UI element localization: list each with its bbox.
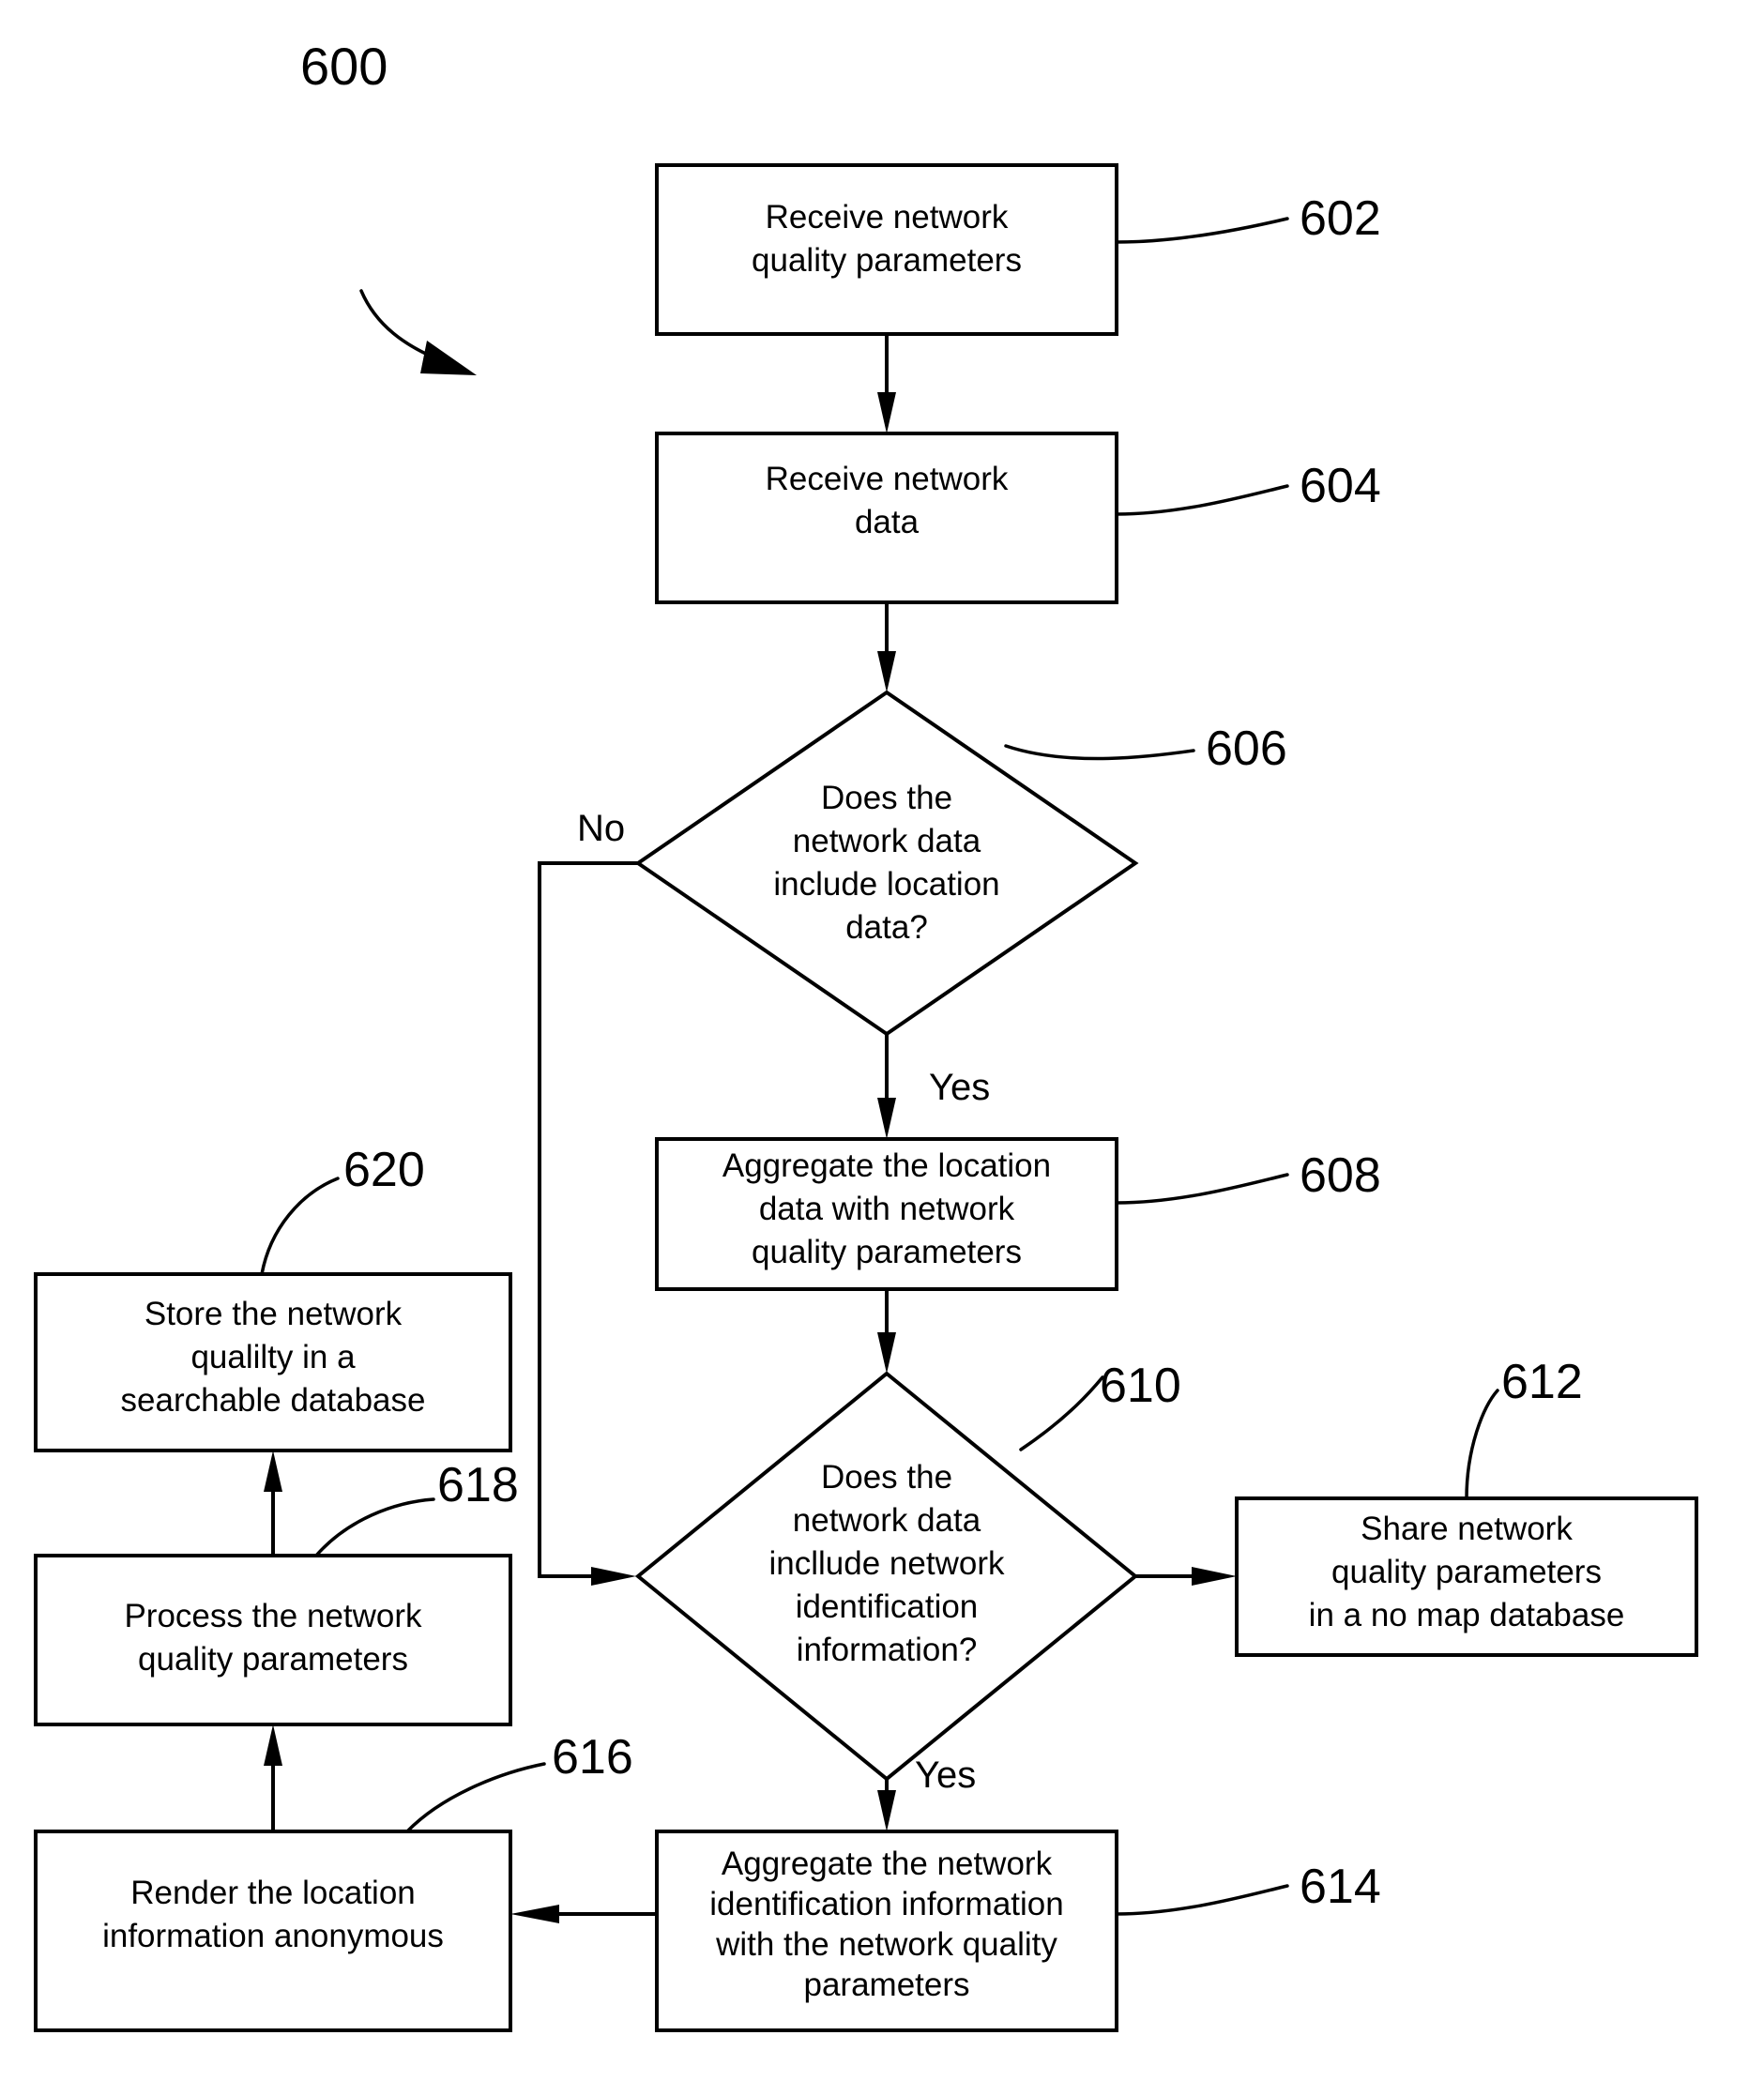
edge-610-yes-arrowhead xyxy=(877,1790,896,1831)
node-618-line-2: quality parameters xyxy=(138,1641,408,1678)
node-616-ref-number: 616 xyxy=(552,1730,633,1785)
node-620-line-3: searchable database xyxy=(121,1382,426,1419)
figure-600-leader-arrowhead xyxy=(420,341,477,375)
node-606-line-2: network data xyxy=(793,823,981,859)
node-620-ref-leader xyxy=(260,1177,340,1276)
edge-618-to-620-arrowhead xyxy=(264,1451,282,1492)
node-608-ref-leader xyxy=(1115,1173,1289,1205)
node-608-line-2: data with network xyxy=(759,1191,1015,1227)
edge-604-to-606-arrowhead xyxy=(877,651,896,692)
node-618-line-1: Process the network xyxy=(124,1598,422,1634)
node-612-line-1: Share network xyxy=(1361,1511,1573,1547)
edge-606-no-to-610 xyxy=(538,861,638,1578)
node-606-line-4: data? xyxy=(845,909,928,946)
node-610-line-4: identification xyxy=(796,1588,979,1625)
node-620-line-1: Store the network xyxy=(144,1296,403,1332)
edge-614-to-616-arrowhead xyxy=(510,1905,559,1923)
node-608-line-3: quality parameters xyxy=(752,1234,1022,1270)
node-616-line-1: Render the location xyxy=(130,1875,416,1911)
node-602-ref-number: 602 xyxy=(1300,191,1381,246)
edge-label-no-606: No xyxy=(577,808,625,849)
node-610-ref-leader xyxy=(1019,1375,1104,1451)
node-608-line-1: Aggregate the location xyxy=(722,1147,1051,1184)
node-618-ref-leader xyxy=(314,1497,435,1557)
node-618-box[interactable] xyxy=(34,1554,512,1726)
node-606-line-1: Does the xyxy=(821,780,952,816)
node-602-line-2: quality parameters xyxy=(752,242,1022,279)
figure-number-600: 600 xyxy=(300,37,388,96)
edge-label-yes-610: Yes xyxy=(915,1754,976,1796)
node-614-line-3: with the network quality xyxy=(715,1926,1057,1963)
node-606-line-3: include location xyxy=(773,866,999,903)
node-614-ref-leader xyxy=(1115,1884,1289,1916)
flowchart-canvas: 600 Receive network quality parameters 6… xyxy=(34,37,1698,2032)
node-618-ref-number: 618 xyxy=(437,1458,519,1512)
node-614-line-1: Aggregate the network xyxy=(722,1846,1053,1882)
edge-606-yes-arrowhead xyxy=(877,1098,896,1139)
node-620-ref-number: 620 xyxy=(343,1143,425,1197)
node-610-line-3: incllude network xyxy=(769,1545,1005,1582)
node-606-ref-leader xyxy=(1004,744,1195,761)
edge-label-yes-606: Yes xyxy=(929,1067,990,1108)
edge-606-no-arrowhead xyxy=(591,1567,636,1586)
edge-608-to-610-arrowhead xyxy=(877,1332,896,1374)
node-608-ref-number: 608 xyxy=(1300,1148,1381,1203)
edge-602-to-604-arrowhead xyxy=(877,392,896,433)
node-610-line-2: network data xyxy=(793,1502,981,1539)
node-612-line-2: quality parameters xyxy=(1331,1554,1602,1590)
node-606-diamond[interactable] xyxy=(634,690,1139,1037)
edge-610-to-612-arrowhead xyxy=(1192,1567,1237,1586)
node-604-ref-number: 604 xyxy=(1300,459,1381,513)
node-614-line-2: identification information xyxy=(709,1886,1063,1922)
node-610-line-1: Does the xyxy=(821,1459,952,1496)
node-616-ref-leader xyxy=(405,1762,546,1833)
node-602-ref-leader xyxy=(1115,217,1289,244)
node-620-line-2: qualilty in a xyxy=(190,1339,356,1375)
node-610-ref-number: 610 xyxy=(1100,1359,1181,1413)
node-612-line-3: in a no map database xyxy=(1309,1597,1625,1633)
edge-616-to-618-arrowhead xyxy=(264,1724,282,1766)
node-606-ref-number: 606 xyxy=(1206,722,1287,776)
node-604-line-2: data xyxy=(855,504,920,540)
node-612-ref-number: 612 xyxy=(1501,1355,1583,1409)
node-614-line-4: parameters xyxy=(803,1967,969,2003)
node-604-line-1: Receive network xyxy=(766,461,1009,497)
node-610-line-5: information? xyxy=(797,1632,978,1668)
node-614-ref-number: 614 xyxy=(1300,1860,1381,1914)
node-602-line-1: Receive network xyxy=(766,199,1009,235)
patent-figure-600: 600 Receive network quality parameters 6… xyxy=(0,0,1764,2081)
node-612-ref-leader xyxy=(1465,1389,1499,1500)
node-604-ref-leader xyxy=(1115,484,1289,516)
node-616-line-2: information anonymous xyxy=(102,1918,444,1954)
